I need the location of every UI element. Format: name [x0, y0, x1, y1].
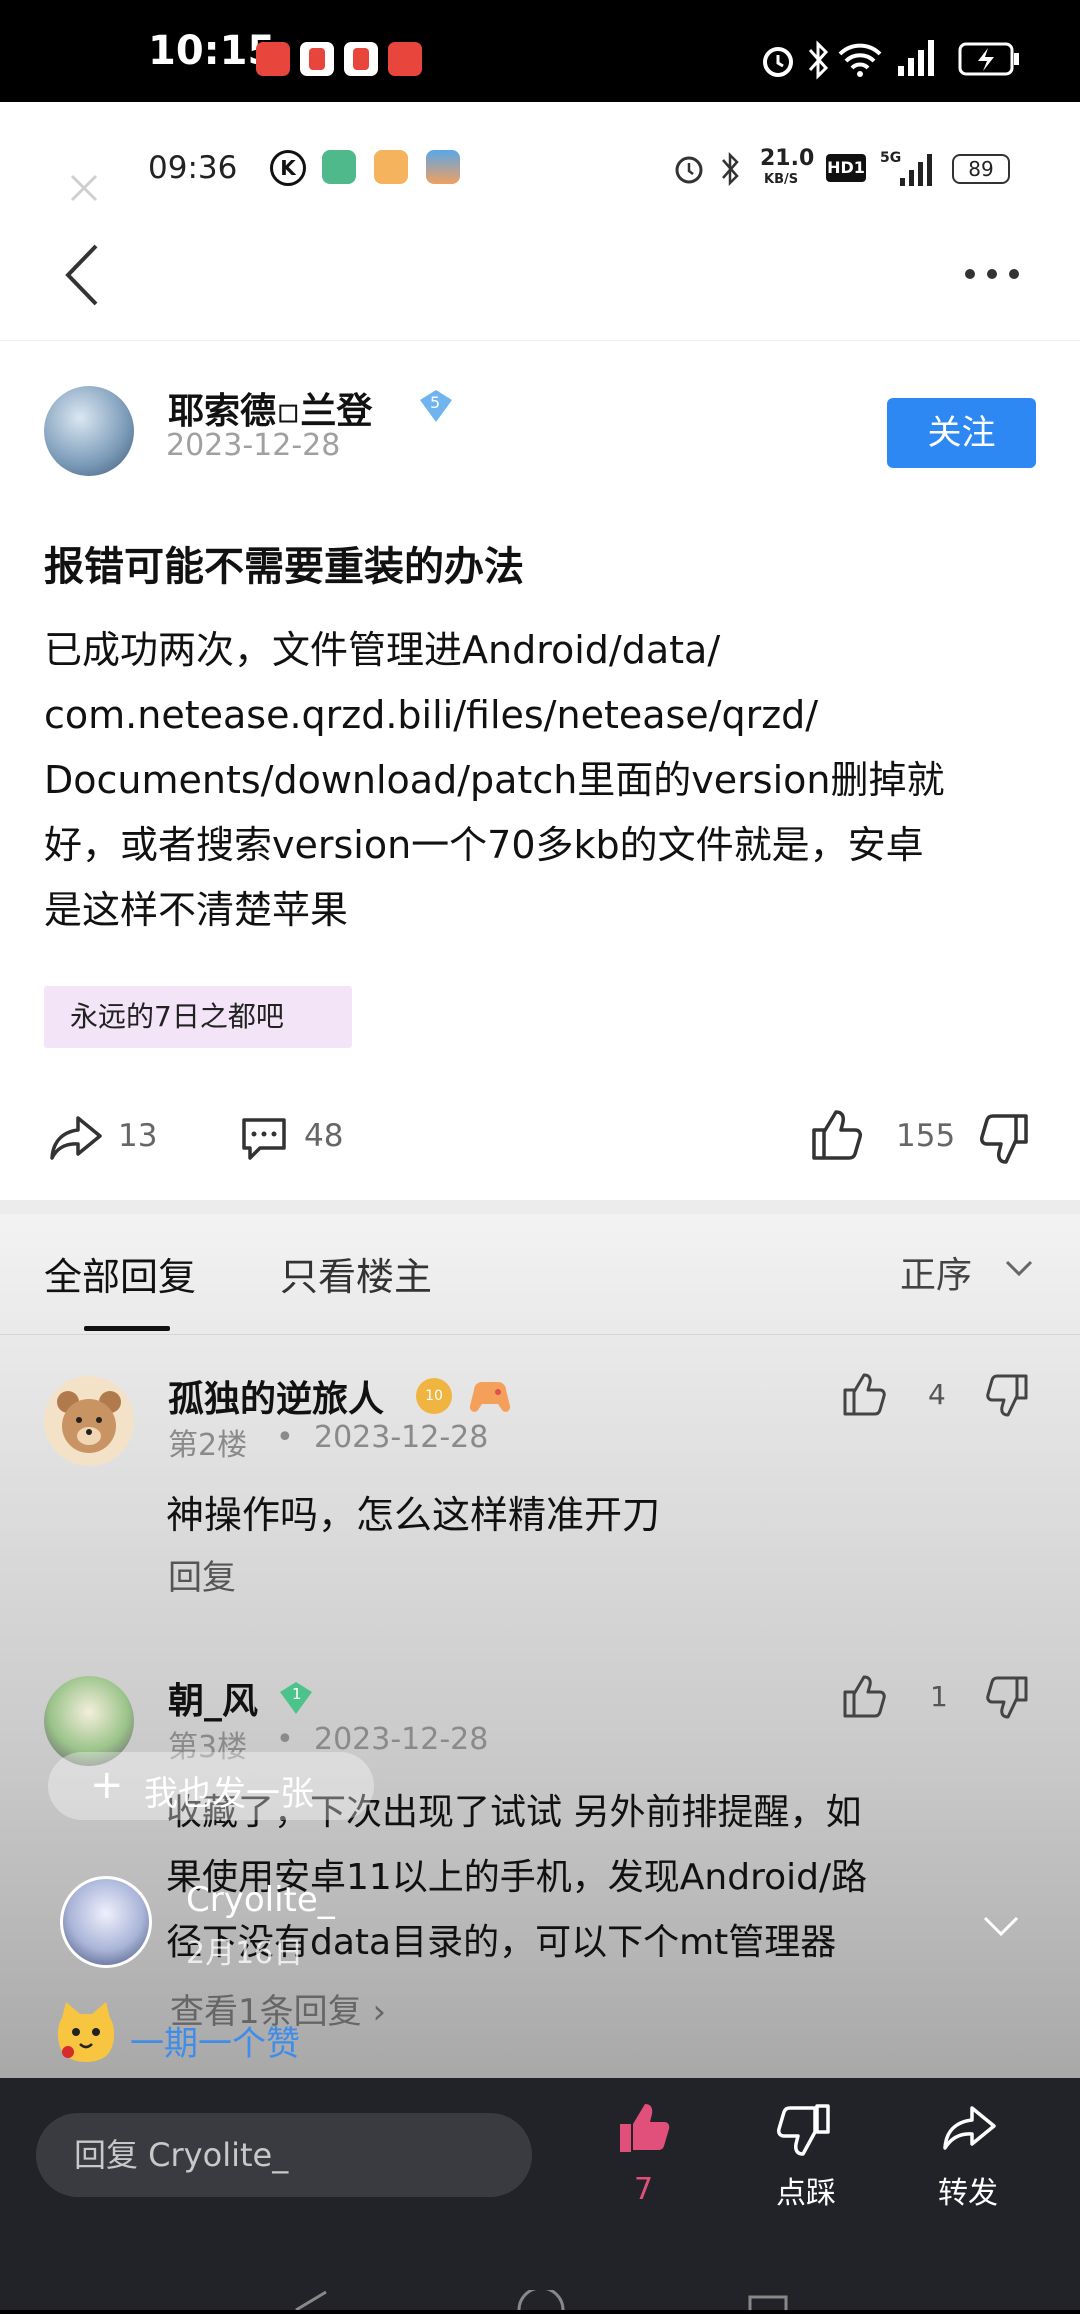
back-arrow-icon[interactable]	[62, 242, 102, 308]
overlay-user-date: 2月16日	[186, 1936, 304, 1971]
app-icon	[426, 150, 460, 184]
share-count: 13	[118, 1118, 158, 1154]
reply-avatar[interactable]	[44, 1376, 134, 1466]
alarm-icon	[672, 152, 706, 186]
nav-back-icon[interactable]	[290, 2290, 330, 2312]
tab-all-replies[interactable]: 全部回复	[44, 1246, 196, 1301]
reply-text: 神操作吗，怎么这样精准开刀	[166, 1493, 661, 1537]
overlay-user-avatar[interactable]	[60, 1876, 152, 1968]
dislike-icon[interactable]	[776, 2102, 832, 2158]
chevron-down-icon[interactable]	[1004, 1258, 1034, 1278]
bottom-like-count: 7	[634, 2172, 654, 2207]
dislike-icon[interactable]	[986, 1674, 1030, 1722]
divider	[0, 1334, 1080, 1335]
like-icon[interactable]	[842, 1370, 888, 1418]
level-badge: 5	[416, 388, 456, 424]
active-tab-indicator	[84, 1326, 170, 1331]
comment-icon[interactable]	[238, 1112, 290, 1164]
overlay-user-name[interactable]: Cryolite_	[186, 1880, 335, 1920]
nav-recents-icon[interactable]	[748, 2294, 788, 2310]
system-status-bar: 10:15	[0, 0, 1080, 102]
level-badge: 10	[416, 1378, 452, 1414]
post-also-button[interactable]: + 我也发一张	[48, 1752, 374, 1820]
post-body-line: Documents/download/patch里面的version删掉就	[44, 758, 945, 802]
post-body-line: 已成功两次，文件管理进Android/data/	[44, 628, 721, 672]
more-options-icon[interactable]	[962, 258, 1022, 286]
huawei-app-icon	[388, 42, 422, 76]
huawei-app-icon	[256, 42, 290, 76]
battery-charging-icon	[958, 42, 1020, 76]
cheer-text: 一期一个赞	[130, 2024, 300, 2064]
sort-order[interactable]: 正序	[900, 1246, 972, 1298]
game-controller-icon	[468, 1376, 512, 1416]
network-speed-unit: KB/S	[764, 172, 799, 187]
bluetooth-icon	[720, 150, 742, 188]
app-icon	[322, 150, 356, 184]
post-body-line: com.netease.qrzd.bili/files/netease/qrzd…	[44, 693, 819, 737]
share-label[interactable]: 转发	[938, 2168, 998, 2212]
reply-like-count: 1	[930, 1680, 948, 1713]
plus-icon: +	[90, 1762, 124, 1808]
comment-count: 48	[304, 1118, 344, 1154]
notification-icon	[300, 42, 334, 76]
alarm-icon	[758, 40, 798, 80]
reply-input[interactable]: 回复 Cryolite_	[36, 2113, 532, 2197]
reply-button[interactable]: 回复	[168, 1550, 236, 1599]
collapse-chevron-icon[interactable]	[982, 1914, 1020, 1938]
post-body-line: 是这样不清楚苹果	[44, 888, 349, 932]
like-icon[interactable]	[842, 1672, 888, 1720]
wifi-icon	[838, 40, 882, 80]
inner-screenshot-header	[0, 102, 1080, 340]
share-icon[interactable]	[940, 2102, 998, 2156]
like-icon[interactable]	[810, 1106, 864, 1162]
nav-home-icon[interactable]	[516, 2286, 566, 2311]
share-icon[interactable]	[48, 1112, 104, 1164]
post-also-label: 我也发一张	[144, 1774, 314, 1814]
notification-icon	[344, 42, 378, 76]
like-count: 155	[896, 1118, 956, 1154]
dislike-icon[interactable]	[980, 1112, 1030, 1168]
post-date: 2023-12-28	[166, 428, 341, 463]
reply-floor: 第2楼	[168, 1428, 248, 1463]
cellular-signal-icon	[892, 34, 944, 78]
network-speed-value: 21.0	[760, 146, 815, 171]
post-body-line: 好，或者搜索version一个70多kb的文件就是，安卓	[44, 823, 924, 867]
cellular-signal-icon	[896, 152, 936, 188]
forum-tag[interactable]: 永远的7日之都吧	[44, 986, 352, 1048]
k-app-icon: K	[270, 150, 306, 186]
reply-like-count: 4	[928, 1378, 946, 1411]
post-body: 已成功两次，文件管理进Android/data/ com.netease.qrz…	[44, 618, 1044, 943]
follow-button[interactable]: 关注	[887, 398, 1036, 468]
post-title: 报错可能不需要重装的办法	[44, 543, 524, 590]
app-icon	[374, 150, 408, 184]
chevron-right-icon: ›	[361, 1992, 387, 2032]
author-name[interactable]: 耶索德▫兰登	[168, 382, 372, 434]
dislike-icon[interactable]	[986, 1372, 1030, 1420]
level-badge: 1	[276, 1680, 316, 1716]
reply-date: 2023-12-28	[314, 1420, 489, 1455]
cat-emoji-icon	[54, 2000, 118, 2064]
bluetooth-icon	[806, 38, 830, 82]
like-filled-icon[interactable]	[616, 2100, 672, 2156]
close-icon[interactable]	[66, 170, 102, 206]
reply-author[interactable]: 孤独的逆旅人	[168, 1370, 384, 1422]
battery-level: 89	[952, 154, 1010, 184]
section-divider	[0, 1200, 1080, 1214]
dislike-label[interactable]: 点踩	[776, 2168, 836, 2212]
inner-status-time: 09:36	[148, 150, 238, 186]
reply-author[interactable]: 朝_风	[168, 1672, 258, 1724]
tab-owner-only[interactable]: 只看楼主	[280, 1246, 432, 1301]
hd-badge: HD1	[826, 154, 866, 182]
separator-dot: •	[276, 1420, 294, 1455]
author-avatar[interactable]	[44, 386, 134, 476]
